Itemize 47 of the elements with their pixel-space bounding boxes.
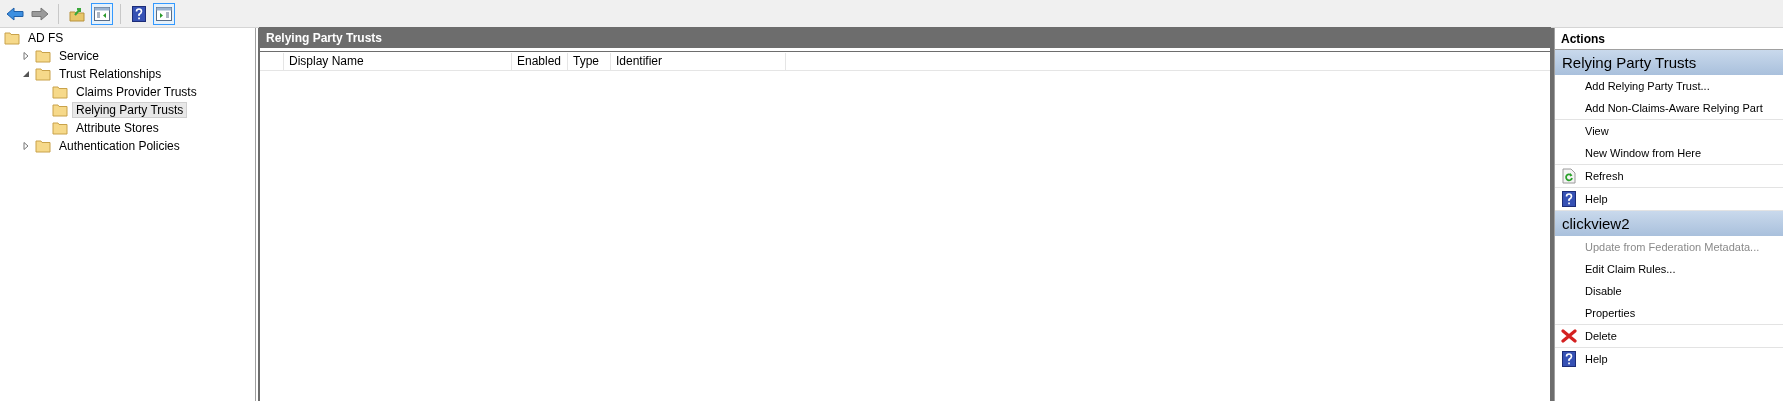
section-header[interactable]: Relying Party Trusts bbox=[1555, 50, 1783, 75]
action-item[interactable]: Add Relying Party Trust... bbox=[1555, 75, 1783, 97]
collapse-arrow-icon[interactable] bbox=[22, 70, 30, 78]
action-item[interactable]: Add Non-Claims-Aware Relying Part bbox=[1555, 97, 1783, 119]
folder-icon bbox=[52, 85, 68, 99]
action-item[interactable]: Disable bbox=[1555, 280, 1783, 302]
pane-icon bbox=[156, 6, 172, 21]
tree-item[interactable]: Trust Relationships bbox=[55, 66, 166, 82]
actions-toolbar-button[interactable] bbox=[153, 2, 175, 25]
column-header[interactable]: Display Name bbox=[284, 53, 512, 70]
tree-item[interactable]: Claims Provider Trusts bbox=[72, 84, 201, 100]
help-icon bbox=[1561, 351, 1577, 367]
folder-icon bbox=[35, 139, 51, 153]
back-arrow-icon bbox=[6, 6, 24, 21]
action-item[interactable]: Help bbox=[1555, 188, 1783, 210]
column-header[interactable]: Identifier bbox=[611, 53, 786, 70]
action-item[interactable]: View bbox=[1555, 120, 1783, 142]
action-item[interactable]: Edit Claim Rules... bbox=[1555, 258, 1783, 280]
forward-arrow-icon bbox=[31, 6, 49, 21]
action-item[interactable]: Delete bbox=[1555, 325, 1783, 347]
folder-icon bbox=[52, 121, 68, 135]
action-item[interactable]: Refresh bbox=[1555, 165, 1783, 187]
tree-item[interactable]: AD FS bbox=[24, 30, 68, 46]
tree-toolbar-button[interactable] bbox=[91, 2, 113, 25]
action-item[interactable]: Properties bbox=[1555, 302, 1783, 324]
help-icon bbox=[132, 5, 146, 22]
section-header[interactable]: clickview2 bbox=[1555, 211, 1783, 236]
help-icon bbox=[1561, 191, 1577, 207]
expand-arrow-icon[interactable] bbox=[22, 142, 30, 150]
action-item[interactable]: New Window from Here bbox=[1555, 142, 1783, 164]
column-header[interactable]: Enabled bbox=[512, 53, 568, 70]
folder-icon bbox=[52, 103, 68, 117]
folder-icon bbox=[35, 49, 51, 63]
tree-item[interactable]: Service bbox=[55, 48, 103, 64]
column-header[interactable]: Type bbox=[568, 53, 611, 70]
tree-item[interactable]: Attribute Stores bbox=[72, 120, 163, 136]
tree-item[interactable]: Authentication Policies bbox=[55, 138, 184, 154]
pane-title: Relying Party Trusts bbox=[260, 28, 1550, 51]
delete-icon bbox=[1561, 328, 1577, 344]
folder-icon bbox=[35, 67, 51, 81]
pane-icon bbox=[94, 6, 110, 21]
refresh-icon bbox=[1561, 168, 1577, 184]
expand-arrow-icon[interactable] bbox=[22, 52, 30, 60]
action-item[interactable]: Help bbox=[1555, 348, 1783, 370]
folder-arrow-icon bbox=[69, 5, 85, 22]
tree-item[interactable]: Relying Party Trusts bbox=[72, 102, 188, 118]
folder-icon bbox=[4, 31, 20, 45]
